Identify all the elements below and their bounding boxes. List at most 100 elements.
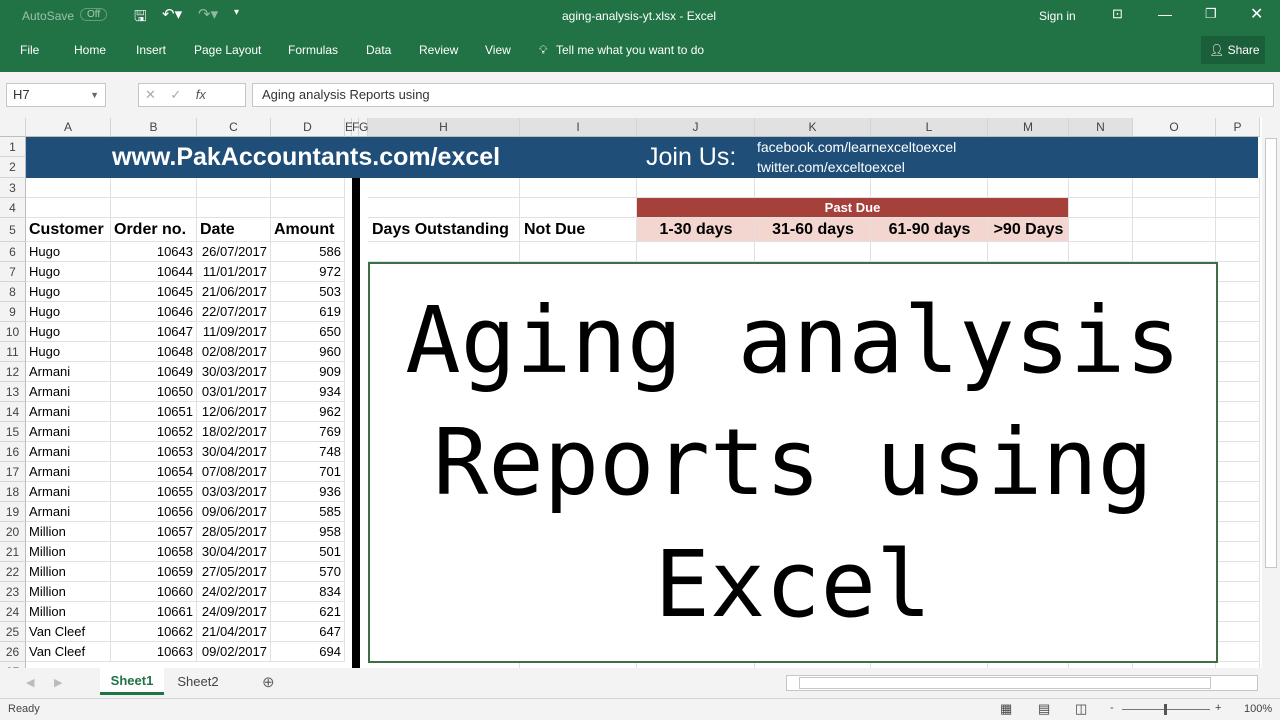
date-cell[interactable]: 07/08/2017 [197, 462, 271, 482]
amount-cell[interactable]: 501 [271, 542, 345, 562]
grid-cell[interactable] [1216, 402, 1260, 422]
grid-cell[interactable] [1216, 242, 1260, 262]
order-cell[interactable]: 10663 [111, 642, 197, 662]
order-cell[interactable]: 10643 [111, 242, 197, 262]
order-cell[interactable]: 10660 [111, 582, 197, 602]
grid-cell[interactable] [755, 242, 871, 262]
order-cell[interactable]: 10657 [111, 522, 197, 542]
grid-cell[interactable] [1069, 178, 1133, 198]
customer-cell[interactable]: Hugo [26, 242, 111, 262]
customer-cell[interactable]: Armani [26, 402, 111, 422]
row-header[interactable]: 22 [0, 562, 26, 582]
order-cell[interactable]: 10650 [111, 382, 197, 402]
order-cell[interactable]: 10661 [111, 602, 197, 622]
amount-cell[interactable]: 958 [271, 522, 345, 542]
column-header-l[interactable]: L [871, 118, 988, 137]
grid-cell[interactable] [271, 198, 345, 218]
date-cell[interactable]: 03/03/2017 [197, 482, 271, 502]
row-header[interactable]: 18 [0, 482, 26, 502]
grid-cell[interactable] [520, 242, 637, 262]
zoom-slider[interactable] [1122, 704, 1210, 715]
row-header[interactable]: 6 [0, 242, 26, 262]
sign-in-link[interactable]: Sign in [1039, 9, 1076, 23]
grid-cell[interactable] [26, 198, 111, 218]
amount-cell[interactable]: 570 [271, 562, 345, 582]
date-cell[interactable]: 11/09/2017 [197, 322, 271, 342]
date-cell[interactable]: 28/05/2017 [197, 522, 271, 542]
zoom-in-icon[interactable]: + [1215, 702, 1221, 714]
grid-cell[interactable] [1216, 422, 1260, 442]
amount-cell[interactable]: 585 [271, 502, 345, 522]
normal-view-icon[interactable]: ▦ [1000, 701, 1012, 717]
vertical-scrollbar[interactable] [1262, 118, 1280, 668]
grid-cell[interactable] [111, 178, 197, 198]
order-cell[interactable]: 10648 [111, 342, 197, 362]
grid-cell[interactable] [871, 242, 988, 262]
header-order[interactable]: Order no. [111, 218, 197, 242]
column-header-i[interactable]: I [520, 118, 637, 137]
customer-cell[interactable]: Hugo [26, 342, 111, 362]
amount-cell[interactable]: 748 [271, 442, 345, 462]
tab-data[interactable]: Data [366, 43, 391, 57]
grid-cell[interactable] [637, 242, 755, 262]
row-header[interactable]: 3 [0, 178, 26, 198]
amount-cell[interactable]: 503 [271, 282, 345, 302]
order-cell[interactable]: 10655 [111, 482, 197, 502]
order-cell[interactable]: 10656 [111, 502, 197, 522]
date-cell[interactable]: 18/02/2017 [197, 422, 271, 442]
sheet-tab-sheet1[interactable]: Sheet1 [100, 668, 164, 695]
amount-cell[interactable]: 647 [271, 622, 345, 642]
customer-cell[interactable]: Armani [26, 422, 111, 442]
amount-cell[interactable]: 621 [271, 602, 345, 622]
customer-cell[interactable]: Million [26, 562, 111, 582]
add-sheet-icon[interactable]: ⊕ [262, 673, 275, 691]
header-amount[interactable]: Amount [271, 218, 345, 242]
row-header[interactable]: 26 [0, 642, 26, 662]
horizontal-scrollbar[interactable] [786, 675, 1258, 691]
page-break-view-icon[interactable]: ◫ [1075, 701, 1087, 717]
column-header-p[interactable]: P [1216, 118, 1260, 137]
order-cell[interactable]: 10649 [111, 362, 197, 382]
order-cell[interactable]: 10644 [111, 262, 197, 282]
grid-cell[interactable] [368, 198, 520, 218]
header-days-outstanding[interactable]: Days Outstanding [368, 218, 520, 242]
tab-file[interactable]: File [20, 43, 39, 57]
autosave-toggle[interactable]: Off [80, 8, 108, 21]
prev-sheet-icon[interactable]: ◀ [26, 676, 34, 689]
grid-cell[interactable] [368, 178, 520, 198]
customer-cell[interactable]: Hugo [26, 262, 111, 282]
amount-cell[interactable]: 619 [271, 302, 345, 322]
grid-cell[interactable] [26, 178, 111, 198]
save-icon[interactable]: 🖫 [134, 6, 147, 31]
date-cell[interactable]: 02/08/2017 [197, 342, 271, 362]
amount-cell[interactable]: 962 [271, 402, 345, 422]
zoom-out-icon[interactable]: - [1110, 702, 1114, 714]
column-header-k[interactable]: K [755, 118, 871, 137]
row-header[interactable]: 19 [0, 502, 26, 522]
date-cell[interactable]: 03/01/2017 [197, 382, 271, 402]
undo-icon[interactable]: ↶▾ [162, 5, 182, 23]
date-cell[interactable]: 30/04/2017 [197, 542, 271, 562]
header-b4[interactable]: >90 Days [988, 218, 1069, 242]
minimize-icon[interactable]: — [1158, 6, 1172, 22]
date-cell[interactable]: 21/04/2017 [197, 622, 271, 642]
header-customer[interactable]: Customer [26, 218, 111, 242]
date-cell[interactable]: 26/07/2017 [197, 242, 271, 262]
customer-cell[interactable]: Armani [26, 442, 111, 462]
amount-cell[interactable]: 650 [271, 322, 345, 342]
customer-cell[interactable]: Van Cleef [26, 622, 111, 642]
date-cell[interactable]: 24/09/2017 [197, 602, 271, 622]
row-header[interactable]: 9 [0, 302, 26, 322]
row-header[interactable]: 24 [0, 602, 26, 622]
tab-formulas[interactable]: Formulas [288, 43, 338, 57]
header-b3[interactable]: 61-90 days [871, 218, 988, 242]
amount-cell[interactable]: 960 [271, 342, 345, 362]
row-header[interactable]: 15 [0, 422, 26, 442]
close-icon[interactable]: ✕ [1250, 4, 1263, 24]
date-cell[interactable]: 22/07/2017 [197, 302, 271, 322]
order-cell[interactable]: 10646 [111, 302, 197, 322]
grid-cell[interactable] [1216, 482, 1260, 502]
grid-cell[interactable] [1216, 362, 1260, 382]
order-cell[interactable]: 10652 [111, 422, 197, 442]
order-cell[interactable]: 10651 [111, 402, 197, 422]
